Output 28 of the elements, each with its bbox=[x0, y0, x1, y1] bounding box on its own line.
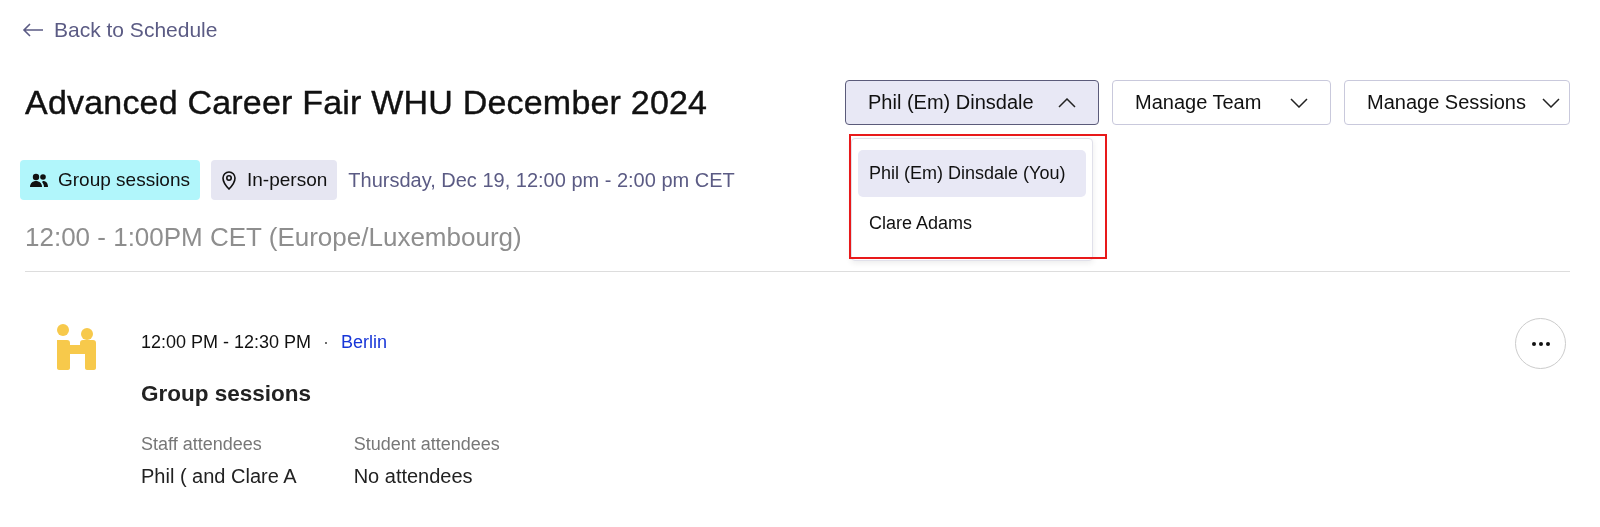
more-button[interactable] bbox=[1515, 318, 1566, 369]
map-pin-icon bbox=[221, 170, 237, 190]
tag-label: In-person bbox=[247, 169, 328, 191]
arrow-left-icon bbox=[22, 23, 44, 37]
location-link[interactable]: Berlin bbox=[341, 332, 388, 353]
event-date: Thursday, Dec 19, 12:00 pm - 2:00 pm CET bbox=[348, 168, 735, 192]
people-icon bbox=[30, 172, 48, 188]
chevron-down-icon bbox=[1542, 97, 1560, 108]
dropdown-button[interactable]: Phil (Em) Dinsdale bbox=[845, 80, 1099, 125]
attendees-label: Staff attendees bbox=[141, 434, 263, 455]
separator-dot: · bbox=[323, 332, 330, 353]
back-link[interactable]: Back to Schedule bbox=[22, 18, 218, 42]
attendees-value: Phil ( and Clare A bbox=[141, 465, 297, 488]
chevron-up-icon bbox=[1058, 97, 1076, 108]
attendees-label: Student attendees bbox=[353, 434, 501, 455]
page-title: Advanced Career Fair WHU December 2024 bbox=[25, 83, 708, 122]
menu-item[interactable]: Phil (Em) Dinsdale (You) bbox=[858, 150, 1086, 197]
people-logo-icon bbox=[56, 324, 96, 370]
dropdown-button[interactable]: Manage Team bbox=[1112, 80, 1331, 125]
chevron-down-icon bbox=[1290, 97, 1308, 108]
timezone-text: 12:00 - 1:00PM CET (Europe/Luxembourg) bbox=[25, 222, 522, 253]
attendees-value: No attendees bbox=[353, 465, 474, 488]
tag-label: Group sessions bbox=[58, 169, 190, 191]
menu-item[interactable]: Clare Adams bbox=[858, 200, 1086, 247]
more-icon bbox=[1530, 340, 1551, 347]
session-time: 12:00 PM - 12:30 PM bbox=[141, 332, 312, 353]
dropdown-button[interactable]: Manage Sessions bbox=[1344, 80, 1570, 125]
session-title: Group sessions bbox=[141, 381, 313, 407]
